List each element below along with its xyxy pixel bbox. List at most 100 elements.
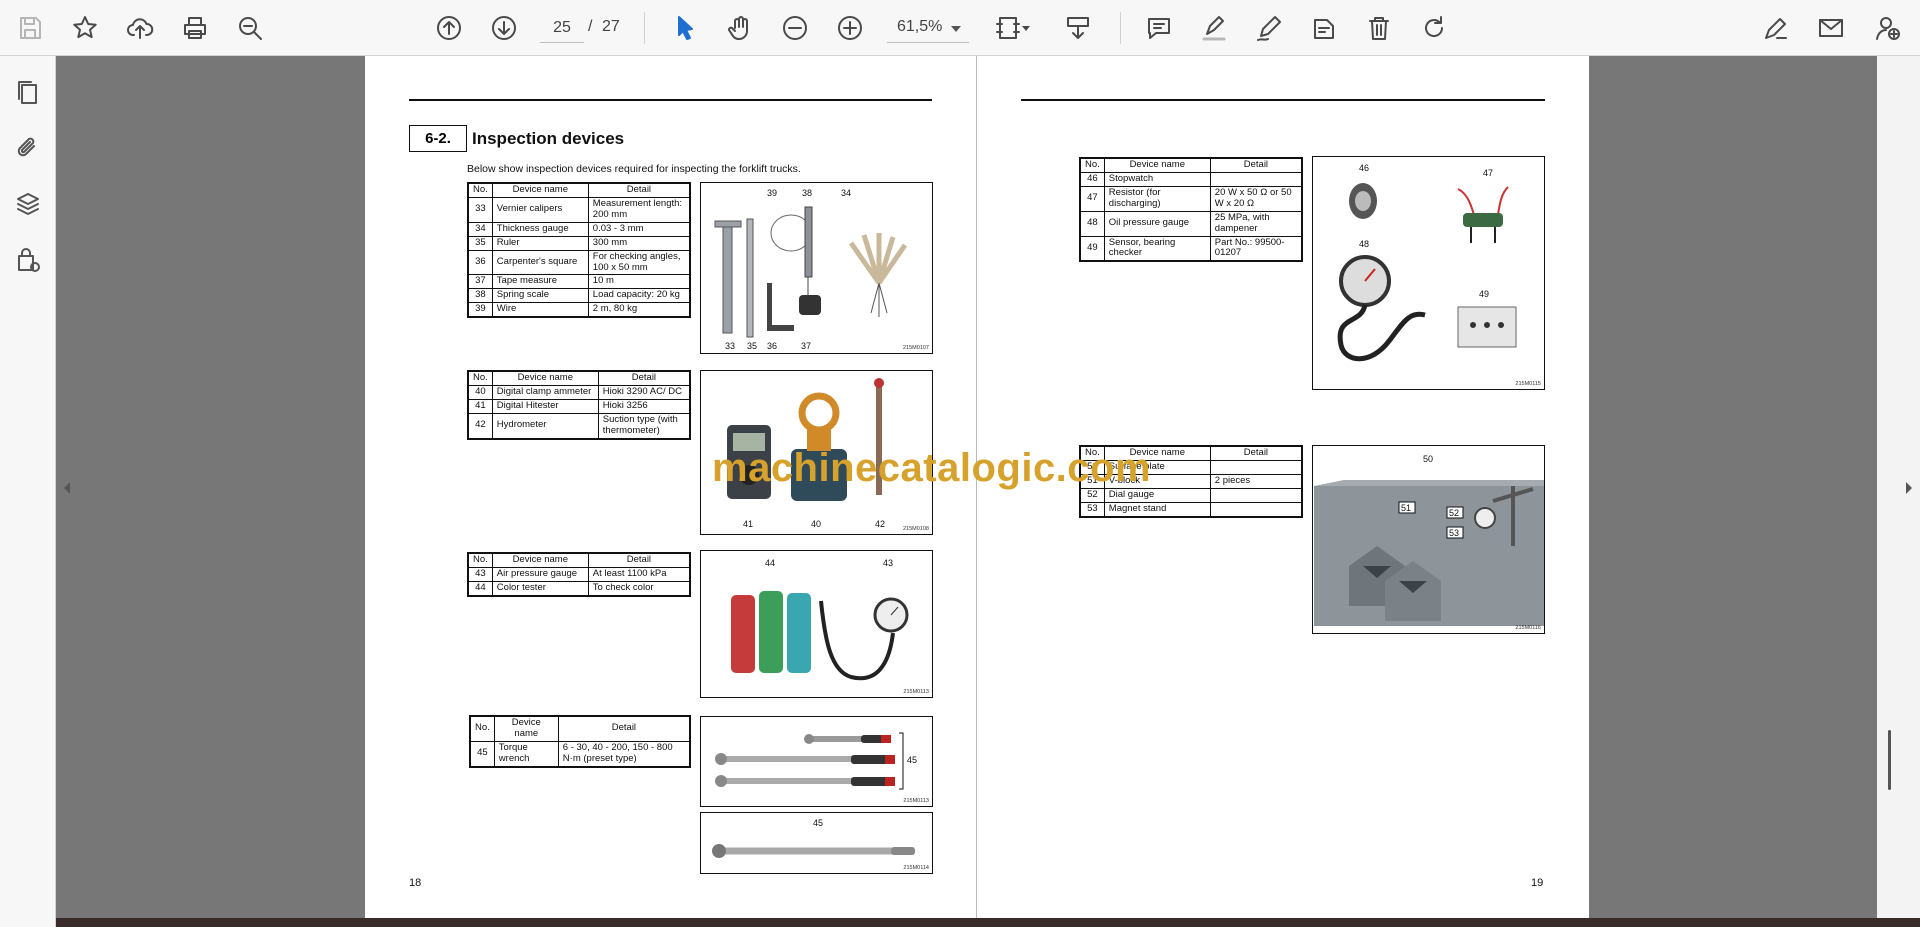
page-separator: / [588, 18, 593, 35]
cell-no: 41 [467, 398, 493, 414]
print-icon[interactable] [177, 10, 213, 46]
zoom-search-icon[interactable] [232, 10, 268, 46]
cell-no: 34 [467, 221, 493, 237]
zoom-dropdown[interactable]: 61,5% [887, 13, 969, 43]
page-number: 18 [409, 877, 422, 889]
cell-name: Vernier calipers [491, 196, 589, 223]
callout-47: 47 [1483, 168, 1493, 178]
cell-name: Ruler [491, 235, 589, 251]
highlight-icon[interactable] [1196, 10, 1232, 46]
comment-icon[interactable] [1141, 10, 1177, 46]
cell-no: 38 [467, 288, 493, 304]
side-panel [0, 56, 56, 927]
figure-test-instruments: 46 47 48 49 215M0115 [1312, 156, 1545, 390]
fit-page-icon[interactable] [990, 10, 1030, 46]
cell-name: Magnet stand [1103, 501, 1211, 518]
add-user-icon[interactable] [1870, 10, 1906, 46]
table-row: 40 Digital clamp ammeter Hioki 3290 AC/ DC [467, 384, 691, 400]
zoom-in-icon[interactable] [832, 10, 868, 46]
callout-49: 49 [1479, 289, 1489, 299]
cell-no: 48 [1079, 210, 1105, 237]
table-row: 43 Air pressure gauge At least 1100 kPa [467, 566, 691, 582]
col-header-detail: Detail [587, 182, 691, 198]
cell-detail: Part No.: 99500-01207 [1209, 235, 1303, 262]
page-up-icon[interactable] [431, 10, 467, 46]
figure-torque-wrench: 45 215M0114 [700, 812, 933, 874]
stamp-icon[interactable] [1306, 10, 1342, 46]
cell-no: 37 [467, 274, 493, 290]
callout-48: 48 [1359, 239, 1369, 249]
table-row: 34 Thickness gauge 0.03 - 3 mm [467, 221, 691, 237]
redo-icon[interactable] [1416, 10, 1452, 46]
page-down-icon[interactable] [486, 10, 522, 46]
figure-measuring-tools: 39 38 34 33 35 36 37 215M0107 [700, 182, 933, 354]
cell-name: Spring scale [491, 288, 589, 304]
table-row: 47 Resistor (for discharging) 20 W x 50 Ω … [1079, 185, 1303, 212]
email-icon[interactable] [1813, 10, 1849, 46]
table-row: 45 Torque wrench 6 - 30, 40 - 200, 150 - 8… [469, 740, 691, 768]
col-header-detail: Detail [597, 370, 691, 386]
callout-35: 35 [747, 341, 757, 351]
cell-detail: Measurement length: 200 mm [587, 196, 691, 223]
figure-surface-plate: 50 51 52 53 215M0116 [1312, 445, 1545, 634]
vertical-scrollbar[interactable] [1888, 730, 1891, 790]
save-icon[interactable] [12, 10, 48, 46]
figure-torque-wrenches: 45 215M0113 [700, 716, 933, 807]
callout-50: 50 [1423, 454, 1433, 464]
callout-43: 43 [883, 558, 893, 568]
hand-tool-icon[interactable] [722, 10, 758, 46]
header-rule [409, 99, 932, 101]
cell-detail: 20 W x 50 Ω or 50 W x 20 Ω [1209, 185, 1303, 212]
zoom-out-icon[interactable] [777, 10, 813, 46]
col-header-detail: Detail [557, 715, 691, 742]
select-cursor-icon[interactable] [667, 10, 703, 46]
collapse-left-icon[interactable] [62, 480, 72, 496]
cell-name: Wire [491, 302, 589, 318]
toolbar-divider [644, 12, 645, 44]
callout-44: 44 [765, 558, 775, 568]
cell-no: 44 [467, 580, 493, 597]
cell-name: Tape measure [491, 274, 589, 290]
cell-name: Digital clamp ammeter [491, 384, 599, 400]
security-icon[interactable] [10, 242, 46, 278]
table-row: 41 Digital Hitester Hioki 3256 [467, 398, 691, 414]
page-number-input[interactable] [540, 13, 584, 43]
callout-52: 52 [1449, 508, 1459, 518]
cell-no: 42 [467, 412, 493, 440]
collapse-right-icon[interactable] [1904, 480, 1914, 496]
table-row: 33 Vernier calipers Measurement length: 20… [467, 196, 691, 223]
cell-detail: 2 pieces [1209, 473, 1303, 489]
header-rule [1021, 99, 1545, 101]
layers-icon[interactable] [10, 186, 46, 222]
cell-no: 46 [1079, 171, 1105, 187]
cloud-upload-icon[interactable] [122, 10, 158, 46]
pen-icon[interactable] [1251, 10, 1287, 46]
bookmark-star-icon[interactable] [67, 10, 103, 46]
pages-icon[interactable] [10, 74, 46, 110]
cell-detail: 300 mm [587, 235, 691, 251]
col-header-name: Device name [493, 715, 559, 742]
attachment-icon[interactable] [10, 130, 46, 166]
delete-icon[interactable] [1361, 10, 1397, 46]
figure-code: 215M0116 [1515, 625, 1541, 631]
section-intro: Below show inspection devices required f… [467, 163, 801, 175]
cell-no: 39 [467, 302, 493, 318]
table-row: 46 Stopwatch [1079, 171, 1303, 187]
table-row: 42 Hydrometer Suction type (with thermomet… [467, 412, 691, 440]
table-row: 48 Oil pressure gauge 25 MPa, with dampene… [1079, 210, 1303, 237]
cell-no: 49 [1079, 235, 1105, 262]
cell-detail [1209, 501, 1303, 518]
cell-detail: Suction type (with thermometer) [597, 412, 691, 440]
callout-45: 45 [907, 755, 917, 765]
callout-51: 51 [1401, 503, 1411, 513]
torque-wrench-illustration: 45 [712, 818, 915, 858]
surface-plate-illustration: 50 51 52 53 [1314, 454, 1544, 626]
figure-code: 215M0108 [903, 526, 929, 532]
cell-name: Hydrometer [491, 412, 599, 440]
page-extract-icon[interactable] [1060, 10, 1096, 46]
cell-name: Color tester [491, 580, 589, 597]
sign-icon[interactable] [1758, 10, 1794, 46]
torque-wrenches-illustration: 45 [715, 732, 917, 790]
callout-36: 36 [767, 341, 777, 351]
col-header-detail: Detail [1209, 157, 1303, 173]
